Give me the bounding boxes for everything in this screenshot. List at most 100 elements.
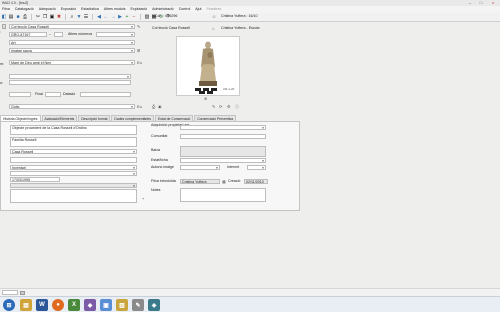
menu-exposicio[interactable]: Exposició <box>61 6 76 13</box>
folder-icon[interactable]: ▥ <box>116 299 128 311</box>
menu-adequacio[interactable]: Adequació <box>39 6 56 13</box>
author-role-field[interactable] <box>9 80 131 85</box>
author-field[interactable]: ▼ <box>9 74 131 79</box>
record-navigator[interactable] <box>2 290 18 295</box>
menu-finestres[interactable]: Finestres <box>206 6 221 13</box>
chevron-down-icon: ▼ <box>130 105 134 109</box>
creation-date-field: 02/11/2010 <box>244 179 268 184</box>
filter-icon[interactable]: ▼ <box>76 14 82 20</box>
date-final-label: Final <box>35 92 43 96</box>
inventory-number-field[interactable]: GRO-87167 <box>9 32 47 37</box>
checkbox[interactable] <box>2 24 6 29</box>
user-icon[interactable]: ☺ <box>212 14 216 19</box>
menu-altres-moduls[interactable]: Altres mòduls <box>104 6 126 13</box>
first-record-icon[interactable]: ◀ <box>96 14 102 20</box>
print-icon[interactable]: ⎙ <box>22 14 28 20</box>
style-select[interactable]: Gòtic ▼ <box>9 104 135 109</box>
menu-estadistica[interactable]: Estadística <box>81 6 99 13</box>
dating-field[interactable] <box>80 92 131 97</box>
image-rotate-icon[interactable]: ⟳ <box>219 104 222 109</box>
edit-icon[interactable]: ✎ <box>137 24 140 29</box>
date-final-field[interactable] <box>45 92 61 97</box>
label-title: m: <box>0 62 4 66</box>
acquisition-field[interactable]: ▼ <box>180 125 266 130</box>
object-photo[interactable]: CR-1-20 <box>176 36 240 96</box>
next-record-icon[interactable]: → <box>110 14 116 20</box>
entry-notes-field[interactable]: ▼ <box>10 183 137 188</box>
thesaurus-icon[interactable]: ⊞ <box>137 48 140 53</box>
previous-record-icon[interactable]: ← <box>103 14 109 20</box>
previous-owner-field[interactable]: Familia Rossell <box>10 137 137 147</box>
date-start-field[interactable] <box>9 92 31 97</box>
language-icon[interactable]: Eu <box>137 104 142 109</box>
dash-icon[interactable]: − <box>49 32 51 37</box>
museum-select[interactable]: Col·lecció Casa Rossell ▼ <box>9 24 135 29</box>
dating-label: Datació <box>63 92 76 96</box>
paste-icon[interactable]: ▣ <box>49 14 55 20</box>
notes-icon[interactable]: ✎ <box>132 299 144 311</box>
imu-icon[interactable]: ▣ <box>100 299 112 311</box>
calendar-icon[interactable]: ▦ <box>222 179 226 184</box>
explorer-icon[interactable]: ▤ <box>20 299 32 311</box>
view-icon[interactable]: ◉ <box>158 104 162 109</box>
chevron-down-icon: ▼ <box>130 49 134 53</box>
chevron-down-icon: ▼ <box>132 150 136 154</box>
comunitat-label: Comunitat <box>151 134 168 138</box>
app-icon[interactable]: ◆ <box>84 299 96 311</box>
language-icon[interactable]: Eu <box>137 60 142 65</box>
entry-type-select[interactable]: Inventari ▼ <box>10 165 137 170</box>
navigator-button[interactable] <box>20 291 25 295</box>
menu-control[interactable]: Control <box>179 6 191 13</box>
word-icon[interactable]: W <box>36 299 48 311</box>
history-text-field[interactable]: Objecte procedent de la Casa Rossell d'O… <box>10 125 137 135</box>
image-settings-icon[interactable]: ⚙ <box>227 104 231 109</box>
search-icon[interactable]: ⌕ <box>69 14 75 20</box>
fitxa-introduida-label: Fitxa introduïda <box>151 179 176 183</box>
remarks-field[interactable] <box>10 189 137 203</box>
entry-method-field[interactable]: ▼ <box>10 171 137 176</box>
save-icon[interactable]: ■ <box>15 14 21 20</box>
menu-administracio[interactable]: Administració <box>152 6 174 13</box>
other-numbers-field[interactable]: ▼ <box>96 32 135 37</box>
autoritzacio-label: Autoriz.imatge <box>151 165 174 169</box>
record-status-field[interactable]: ▼ <box>180 158 266 163</box>
menu-explotacio[interactable]: Explotació <box>131 6 148 13</box>
remove-icon[interactable]: − <box>131 14 137 20</box>
last-record-icon[interactable]: ▶ <box>117 14 123 20</box>
record-author-field: Cristina Yuftera <box>180 179 220 184</box>
school-icon[interactable]: ⌂ <box>212 26 214 31</box>
add-icon[interactable]: + <box>124 14 130 20</box>
inventory-suffix-field[interactable] <box>54 32 63 37</box>
image-info-icon[interactable]: ⓘ <box>235 104 239 109</box>
image-tools-icon[interactable]: ✎ <box>212 104 215 109</box>
network-icon[interactable]: ◈ <box>148 299 160 311</box>
notes-field[interactable] <box>180 188 266 202</box>
origin-detail-field[interactable] <box>10 157 137 163</box>
entry-date-field[interactable]: 17/03/1995 <box>10 177 60 182</box>
firefox-icon[interactable]: ● <box>52 299 64 311</box>
camera-icon[interactable]: ⎙ <box>152 104 155 109</box>
deaccession-field[interactable] <box>180 146 266 157</box>
open-icon[interactable]: ▤ <box>8 14 14 20</box>
start-icon[interactable]: ⊞ <box>3 299 15 311</box>
image-icon[interactable]: ▨ <box>144 14 150 20</box>
cut-icon[interactable]: ✂ <box>35 14 41 20</box>
add-icon[interactable]: + <box>142 196 144 201</box>
community-field[interactable] <box>180 134 266 139</box>
delete-icon[interactable]: ✖ <box>56 14 62 20</box>
menu-catalogacio[interactable]: Catalogació <box>15 6 34 13</box>
excel-icon[interactable]: X <box>68 299 80 311</box>
copy-icon[interactable]: ❐ <box>42 14 48 20</box>
user-right-label: Cristina Yuftera - Escola <box>221 26 260 30</box>
image-authorization-select[interactable]: ▼ <box>180 165 220 170</box>
origin-select[interactable]: Casa Rossell ▼ <box>10 149 137 154</box>
menu-ajut[interactable]: Ajut <box>195 6 201 13</box>
object-name-select[interactable]: Imatge sacra ▼ <box>9 48 135 53</box>
internet-select[interactable]: ▼ <box>247 165 266 170</box>
menu-fitxa[interactable]: Fitxa <box>2 6 10 13</box>
title-field[interactable]: Mare de Déu amb el Nen ▼ <box>9 60 135 65</box>
art-select[interactable]: Art ▼ <box>9 40 135 45</box>
new-record-icon[interactable]: ◧ <box>1 14 7 20</box>
zoom-icon[interactable]: ⊕ <box>204 96 207 101</box>
list-icon[interactable]: ☰ <box>83 14 89 20</box>
